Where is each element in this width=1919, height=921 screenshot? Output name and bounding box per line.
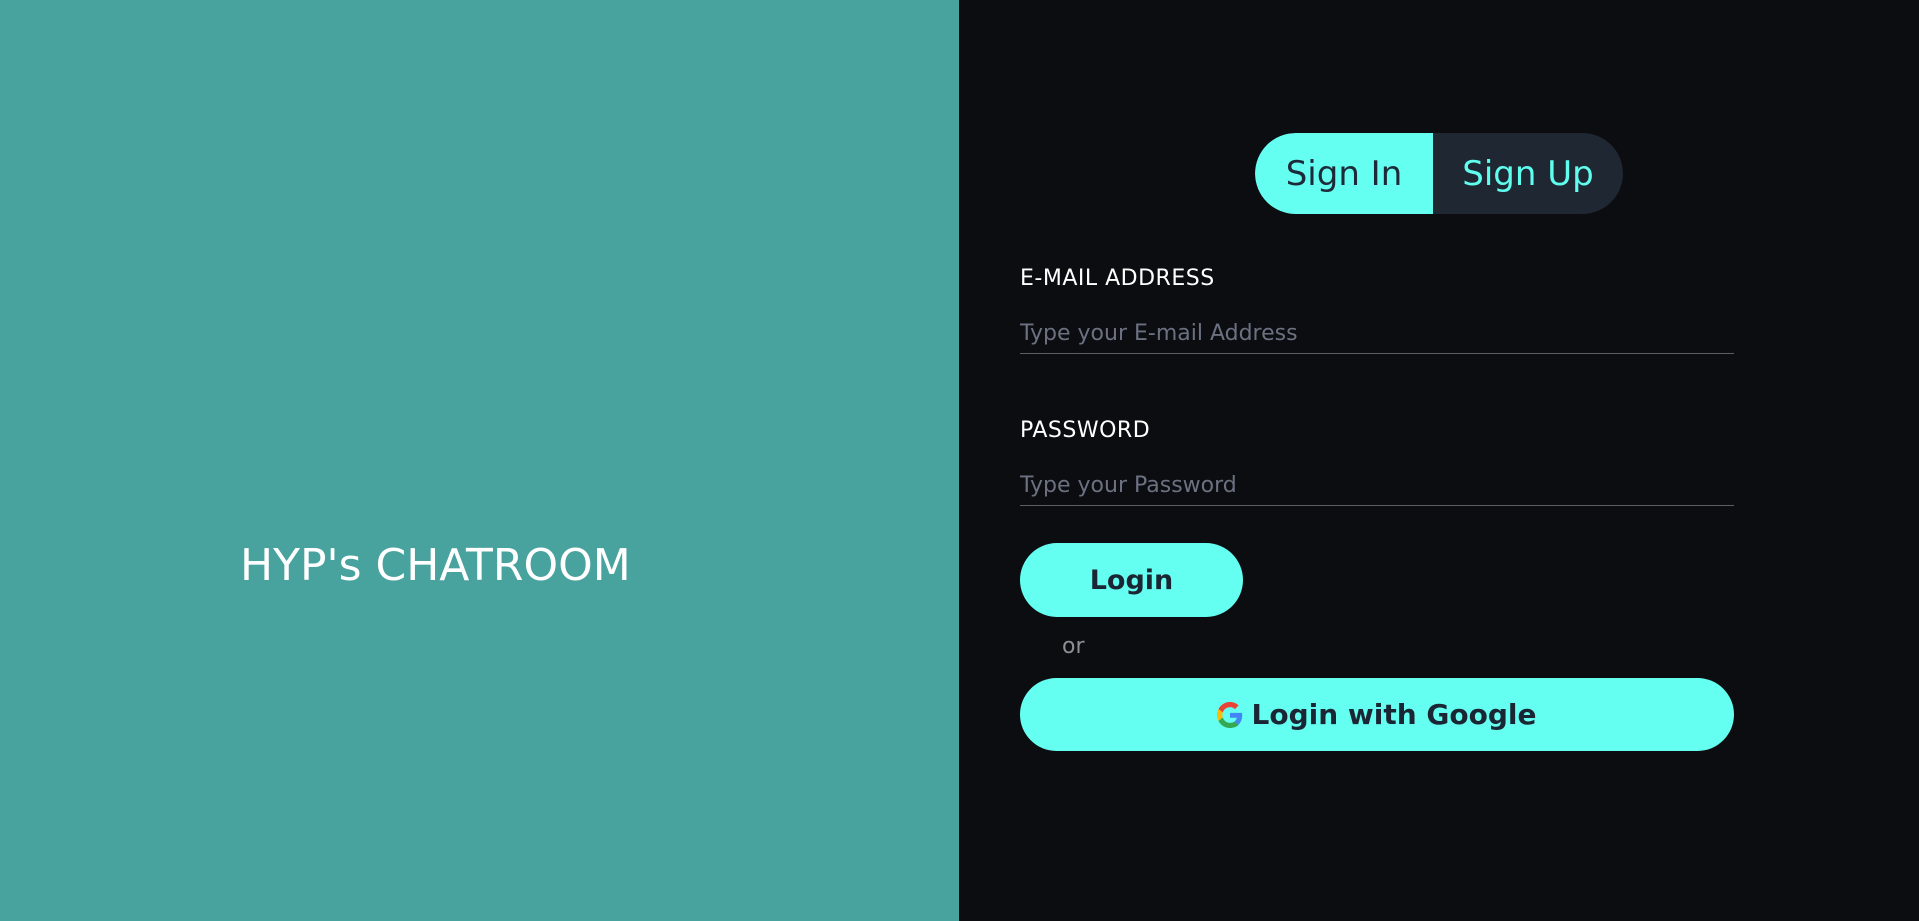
or-divider: or (1062, 634, 1085, 659)
password-label: PASSWORD (1020, 418, 1151, 443)
sign-up-tab[interactable]: Sign Up (1433, 133, 1623, 214)
login-page: HYP's CHATROOM Sign In Sign Up E-MAIL AD… (0, 0, 1919, 921)
google-icon (1217, 701, 1243, 728)
brand-panel: HYP's CHATROOM (0, 0, 959, 921)
brand-title: HYP's CHATROOM (240, 540, 631, 591)
email-field[interactable] (1020, 313, 1734, 354)
sign-in-tab[interactable]: Sign In (1255, 133, 1433, 214)
email-label: E-MAIL ADDRESS (1020, 266, 1215, 291)
google-login-button[interactable]: Login with Google (1020, 678, 1734, 751)
password-field[interactable] (1020, 465, 1734, 506)
google-login-label: Login with Google (1251, 698, 1537, 731)
login-button[interactable]: Login (1020, 543, 1243, 617)
auth-toggle: Sign In Sign Up (1255, 133, 1623, 214)
auth-panel: Sign In Sign Up E-MAIL ADDRESS PASSWORD … (959, 0, 1919, 921)
